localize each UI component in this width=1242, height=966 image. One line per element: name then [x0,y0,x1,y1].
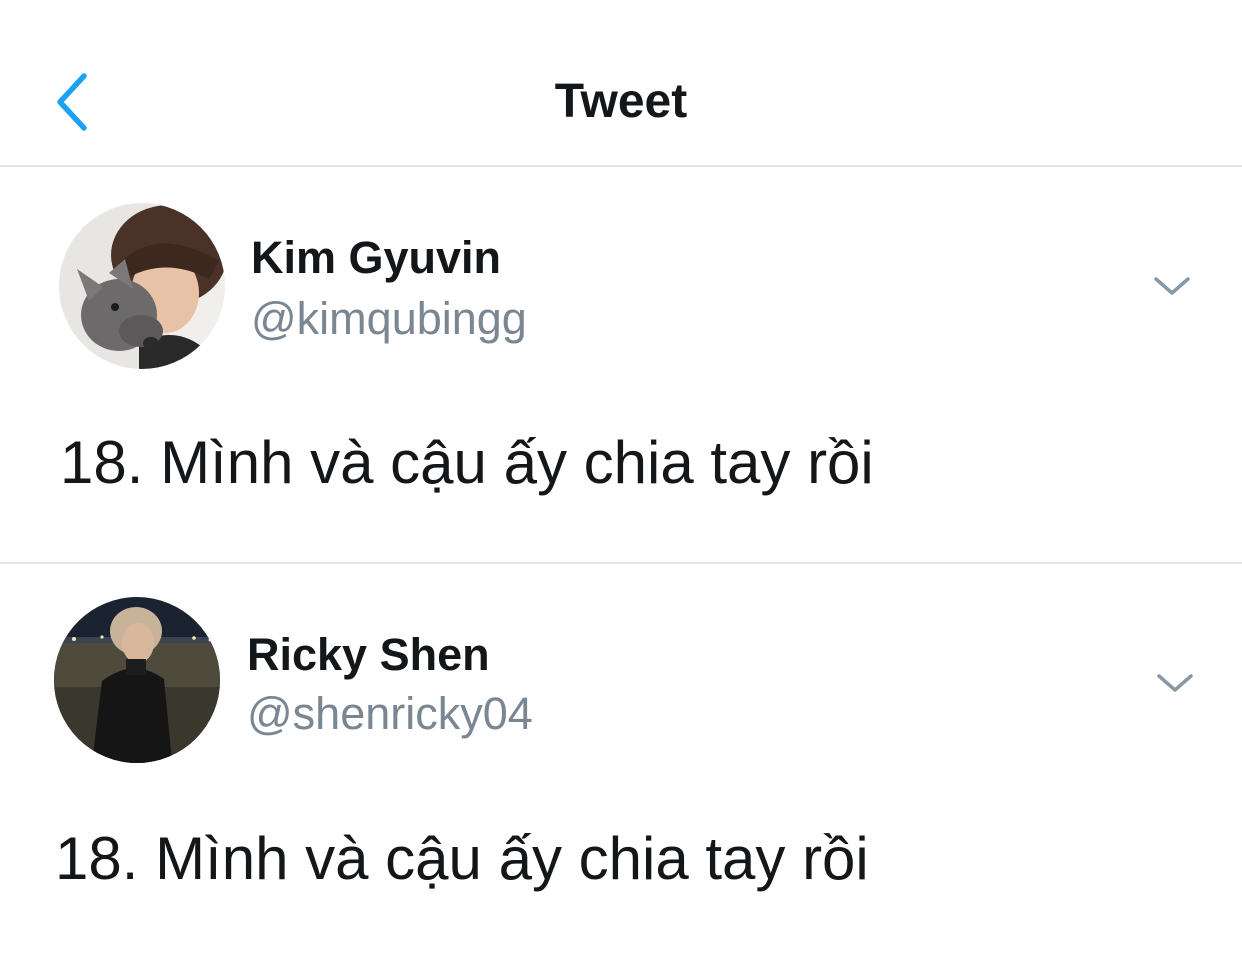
tweet-menu-button[interactable] [1150,271,1194,301]
avatar[interactable] [59,203,225,369]
avatar-photo [59,203,225,369]
user-handle[interactable]: @kimqubingg [251,291,527,347]
tweet-text: 18. Mình và cậu ấy chia tay rồi [55,825,869,892]
display-name[interactable]: Ricky Shen [247,627,490,683]
chevron-down-icon [1157,674,1193,692]
tweet[interactable]: Kim Gyuvin @kimqubingg 18. Mình và cậu ấ… [0,167,1242,564]
avatar[interactable] [54,597,220,763]
tweet-text: 18. Mình và cậu ấy chia tay rồi [60,429,874,496]
tweet[interactable]: Ricky Shen @shenricky04 18. Mình và cậu … [0,564,1242,966]
user-handle[interactable]: @shenricky04 [247,686,533,742]
tweet-menu-button[interactable] [1153,668,1197,698]
chevron-down-icon [1154,277,1190,295]
display-name[interactable]: Kim Gyuvin [251,230,501,286]
navigation-bar: Tweet [0,0,1242,167]
avatar-photo [54,597,220,763]
page-title: Tweet [554,75,688,128]
